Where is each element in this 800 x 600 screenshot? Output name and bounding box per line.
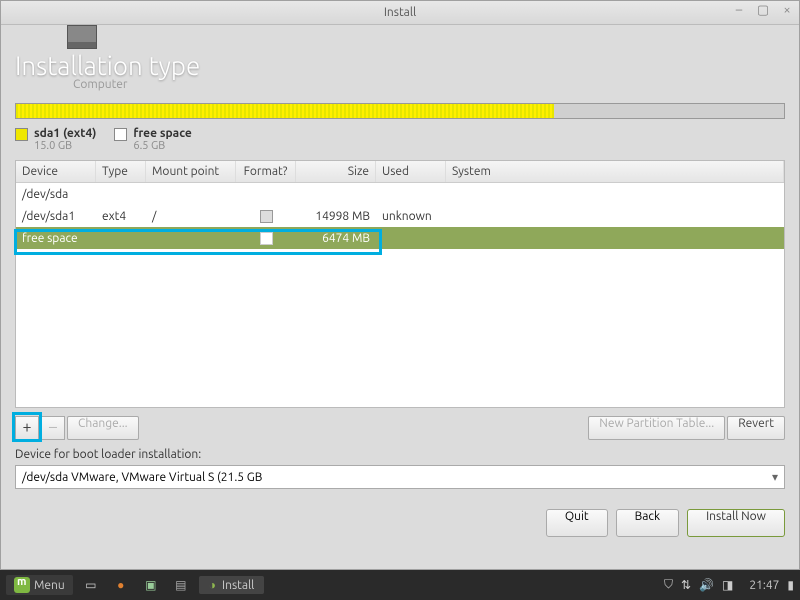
- legend-label-sda1: sda1 (ext4): [34, 127, 96, 140]
- files-icon[interactable]: ▤: [169, 573, 193, 597]
- user-icon[interactable]: ▮: [787, 578, 794, 592]
- shield-icon[interactable]: ⛉: [664, 578, 673, 592]
- col-format[interactable]: Format?: [236, 161, 296, 182]
- terminal-icon[interactable]: ▣: [139, 573, 163, 597]
- disk-segment-free[interactable]: [554, 104, 784, 118]
- minimize-icon[interactable]: –: [731, 3, 747, 18]
- firefox-icon[interactable]: ●: [109, 573, 133, 597]
- disk-legend: sda1 (ext4) 15.0 GB free space 6.5 GB: [1, 123, 799, 156]
- col-mount[interactable]: Mount point: [146, 161, 236, 182]
- page-title: Installation type: [15, 33, 785, 80]
- menu-button[interactable]: Menu: [6, 575, 73, 595]
- change-partition-button[interactable]: Change...: [67, 416, 139, 440]
- table-row[interactable]: /dev/sda1 ext4 / 14998 MB unknown: [16, 205, 784, 227]
- disk-segment-sda1[interactable]: [16, 104, 554, 118]
- format-checkbox[interactable]: [260, 232, 273, 245]
- disk-usage-bar[interactable]: [15, 103, 785, 119]
- drive-icon: [67, 25, 97, 49]
- new-partition-table-button[interactable]: New Partition Table...: [588, 416, 725, 440]
- partition-table: Device Type Mount point Format? Size Use…: [15, 160, 785, 408]
- show-desktop-icon[interactable]: ▭: [79, 573, 103, 597]
- close-icon[interactable]: ×: [779, 3, 795, 18]
- bootloader-label: Device for boot loader installation:: [1, 448, 799, 461]
- window-title: Install: [384, 6, 416, 19]
- legend-swatch-sda1: [15, 128, 28, 141]
- legend-label-free: free space: [133, 127, 191, 140]
- legend-size-free: 6.5 GB: [133, 140, 191, 152]
- table-header: Device Type Mount point Format? Size Use…: [16, 161, 784, 183]
- table-row-selected[interactable]: free space 6474 MB: [16, 227, 784, 249]
- partition-toolbar: + – Change... New Partition Table... Rev…: [1, 408, 799, 448]
- taskbar: Menu ▭ ● ▣ ▤ ◑ Install ⛉ ⇅ 🔊 ◨ 21:47 ▮: [0, 570, 800, 600]
- revert-button[interactable]: Revert: [727, 416, 785, 440]
- add-partition-button[interactable]: +: [15, 416, 39, 440]
- format-checkbox[interactable]: [260, 210, 273, 223]
- col-device[interactable]: Device: [16, 161, 96, 182]
- bootloader-value: /dev/sda VMware, VMware Virtual S (21.5 …: [22, 471, 262, 484]
- legend-swatch-free: [114, 128, 127, 141]
- col-type[interactable]: Type: [96, 161, 146, 182]
- system-tray: ⛉ ⇅ 🔊 ◨ 21:47 ▮: [664, 578, 794, 592]
- col-size[interactable]: Size: [296, 161, 376, 182]
- col-used[interactable]: Used: [376, 161, 446, 182]
- col-system[interactable]: System: [446, 161, 784, 182]
- taskbar-task-install[interactable]: ◑ Install: [199, 576, 265, 594]
- footer-buttons: Quit Back Install Now: [1, 493, 799, 553]
- quit-button[interactable]: Quit: [546, 509, 608, 537]
- remove-partition-button[interactable]: –: [41, 416, 65, 440]
- legend-size-sda1: 15.0 GB: [34, 140, 96, 152]
- mint-logo-icon: [14, 577, 30, 593]
- battery-icon[interactable]: ◨: [722, 578, 733, 592]
- volume-icon[interactable]: 🔊: [699, 578, 714, 592]
- back-button[interactable]: Back: [616, 509, 679, 537]
- maximize-icon[interactable]: ▢: [755, 3, 771, 18]
- install-now-button[interactable]: Install Now: [687, 509, 785, 537]
- titlebar: Install – ▢ ×: [1, 1, 799, 25]
- table-row[interactable]: /dev/sda: [16, 183, 784, 205]
- install-window: Install – ▢ × Installation type Computer…: [0, 0, 800, 570]
- bootloader-combo[interactable]: /dev/sda VMware, VMware Virtual S (21.5 …: [15, 465, 785, 489]
- clock[interactable]: 21:47: [749, 579, 779, 592]
- network-icon[interactable]: ⇅: [681, 578, 691, 592]
